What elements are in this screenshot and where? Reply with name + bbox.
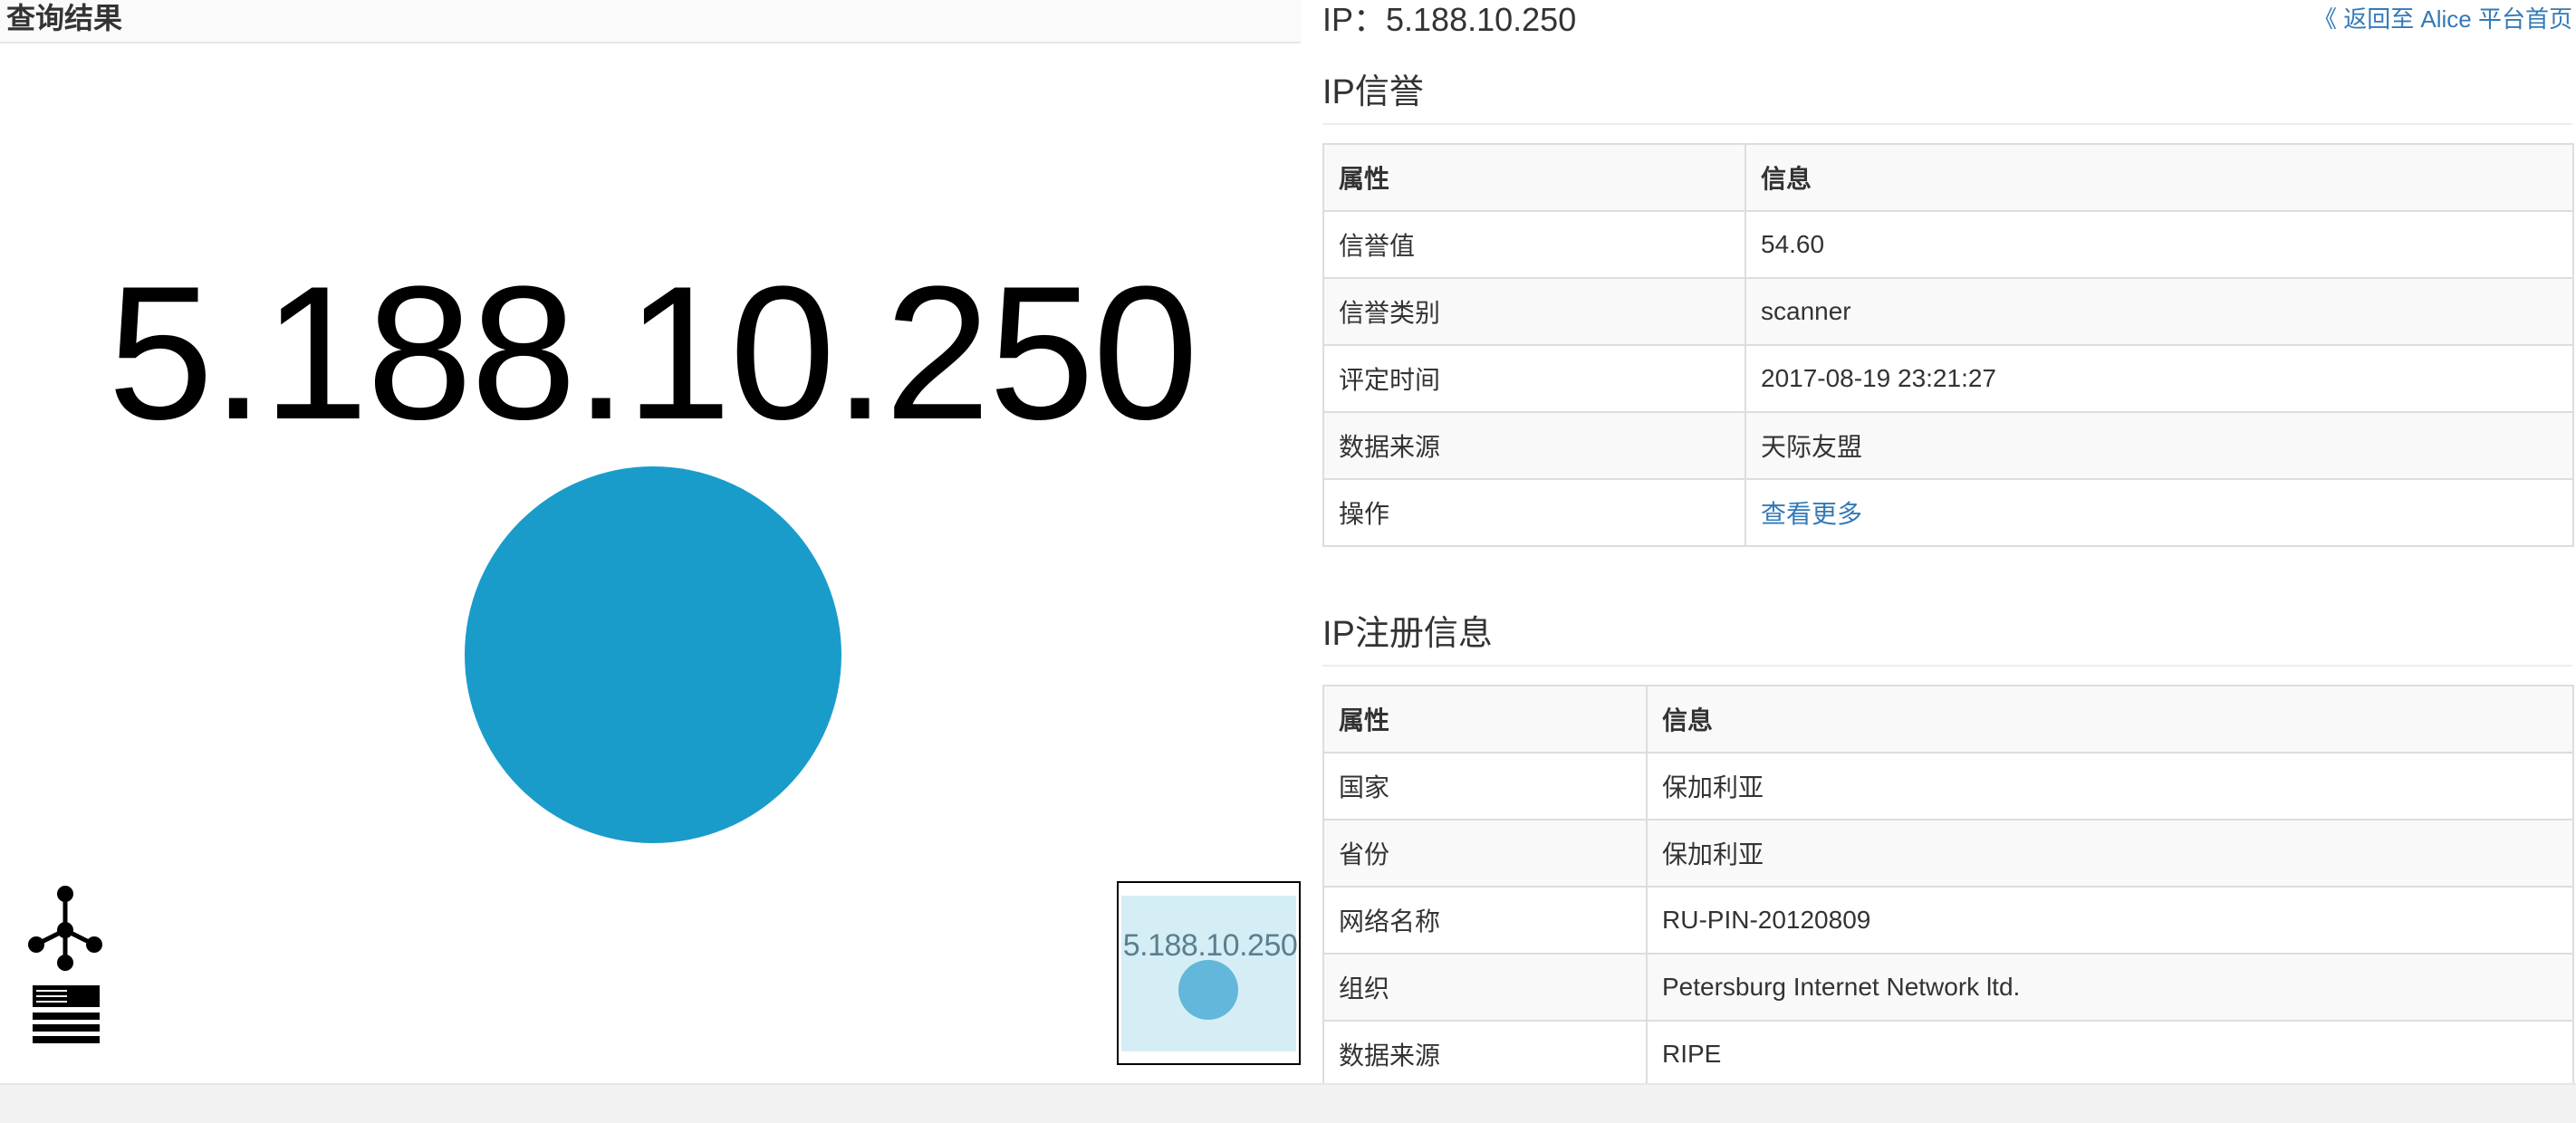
table-header-row: 属性 信息 bbox=[1322, 685, 2574, 753]
column-header-info: 信息 bbox=[1646, 685, 2574, 753]
table-row: 网络名称 RU-PIN-20120809 bbox=[1322, 886, 2574, 955]
attribute-cell: 省份 bbox=[1322, 819, 1648, 888]
query-result-header: 查询结果 bbox=[0, 0, 1301, 43]
graph-toolbar bbox=[25, 883, 107, 1051]
attribute-cell: 组织 bbox=[1322, 953, 1648, 1022]
value-cell: RU-PIN-20120809 bbox=[1646, 886, 2574, 955]
query-result-title: 查询结果 bbox=[6, 2, 123, 34]
ip-detail-panel: IP：5.188.10.250 《 返回至 Alice 平台首页 IP信誉 属性… bbox=[1301, 0, 2576, 1089]
reputation-table: 属性 信息 信誉值 54.60 信誉类别 scanner 评定时间 2017-0… bbox=[1322, 143, 2574, 547]
reputation-divider bbox=[1322, 123, 2572, 125]
graph-minimap[interactable]: 5.188.10.250 bbox=[1117, 881, 1301, 1065]
attribute-cell: 网络名称 bbox=[1322, 886, 1648, 955]
column-header-attribute: 属性 bbox=[1322, 143, 1746, 212]
list-view-icon[interactable] bbox=[25, 978, 107, 1051]
bottom-bar bbox=[0, 1083, 2576, 1123]
column-header-attribute: 属性 bbox=[1322, 685, 1648, 753]
value-cell: RIPE bbox=[1646, 1020, 2574, 1089]
graph-node[interactable] bbox=[465, 466, 841, 843]
table-row: 评定时间 2017-08-19 23:21:27 bbox=[1322, 344, 2574, 413]
value-cell: 54.60 bbox=[1745, 210, 2574, 279]
minimap-node-label: 5.188.10.250 bbox=[1122, 928, 1298, 963]
table-row: 数据来源 RIPE bbox=[1322, 1020, 2574, 1089]
value-cell: 天际友盟 bbox=[1745, 411, 2574, 480]
value-cell: Petersburg Internet Network ltd. bbox=[1646, 953, 2574, 1022]
attribute-cell: 数据来源 bbox=[1322, 1020, 1648, 1089]
table-row: 省份 保加利亚 bbox=[1322, 819, 2574, 888]
attribute-cell: 操作 bbox=[1322, 478, 1746, 547]
value-cell: scanner bbox=[1745, 277, 2574, 346]
graph-node-label[interactable]: 5.188.10.250 bbox=[72, 245, 1232, 462]
back-to-home-link[interactable]: 《 返回至 Alice 平台首页 bbox=[2313, 2, 2572, 36]
registration-divider bbox=[1322, 665, 2572, 667]
reputation-title: IP信誉 bbox=[1322, 73, 1424, 111]
table-row: 信誉类别 scanner bbox=[1322, 277, 2574, 346]
view-more-link[interactable]: 查看更多 bbox=[1745, 478, 2574, 547]
value-cell: 2017-08-19 23:21:27 bbox=[1745, 344, 2574, 413]
table-row: 操作 查看更多 bbox=[1322, 478, 2574, 547]
registration-title: IP注册信息 bbox=[1322, 615, 1493, 653]
query-result-panel: 查询结果 5.188.10.250 5.188.10.250 bbox=[0, 0, 1301, 1083]
value-cell: 保加利亚 bbox=[1646, 819, 2574, 888]
value-cell: 保加利亚 bbox=[1646, 752, 2574, 821]
graph-layout-icon[interactable] bbox=[25, 883, 107, 978]
attribute-cell: 信誉值 bbox=[1322, 210, 1746, 279]
table-row: 国家 保加利亚 bbox=[1322, 752, 2574, 821]
attribute-cell: 数据来源 bbox=[1322, 411, 1746, 480]
ip-heading: IP：5.188.10.250 bbox=[1322, 1, 1577, 38]
attribute-cell: 评定时间 bbox=[1322, 344, 1746, 413]
table-row: 信誉值 54.60 bbox=[1322, 210, 2574, 279]
table-row: 数据来源 天际友盟 bbox=[1322, 411, 2574, 480]
attribute-cell: 国家 bbox=[1322, 752, 1648, 821]
minimap-node bbox=[1178, 960, 1238, 1020]
registration-table: 属性 信息 国家 保加利亚 省份 保加利亚 网络名称 RU-PIN-201208… bbox=[1322, 685, 2574, 1089]
table-header-row: 属性 信息 bbox=[1322, 143, 2574, 212]
attribute-cell: 信誉类别 bbox=[1322, 277, 1746, 346]
column-header-info: 信息 bbox=[1745, 143, 2574, 212]
table-row: 组织 Petersburg Internet Network ltd. bbox=[1322, 953, 2574, 1022]
